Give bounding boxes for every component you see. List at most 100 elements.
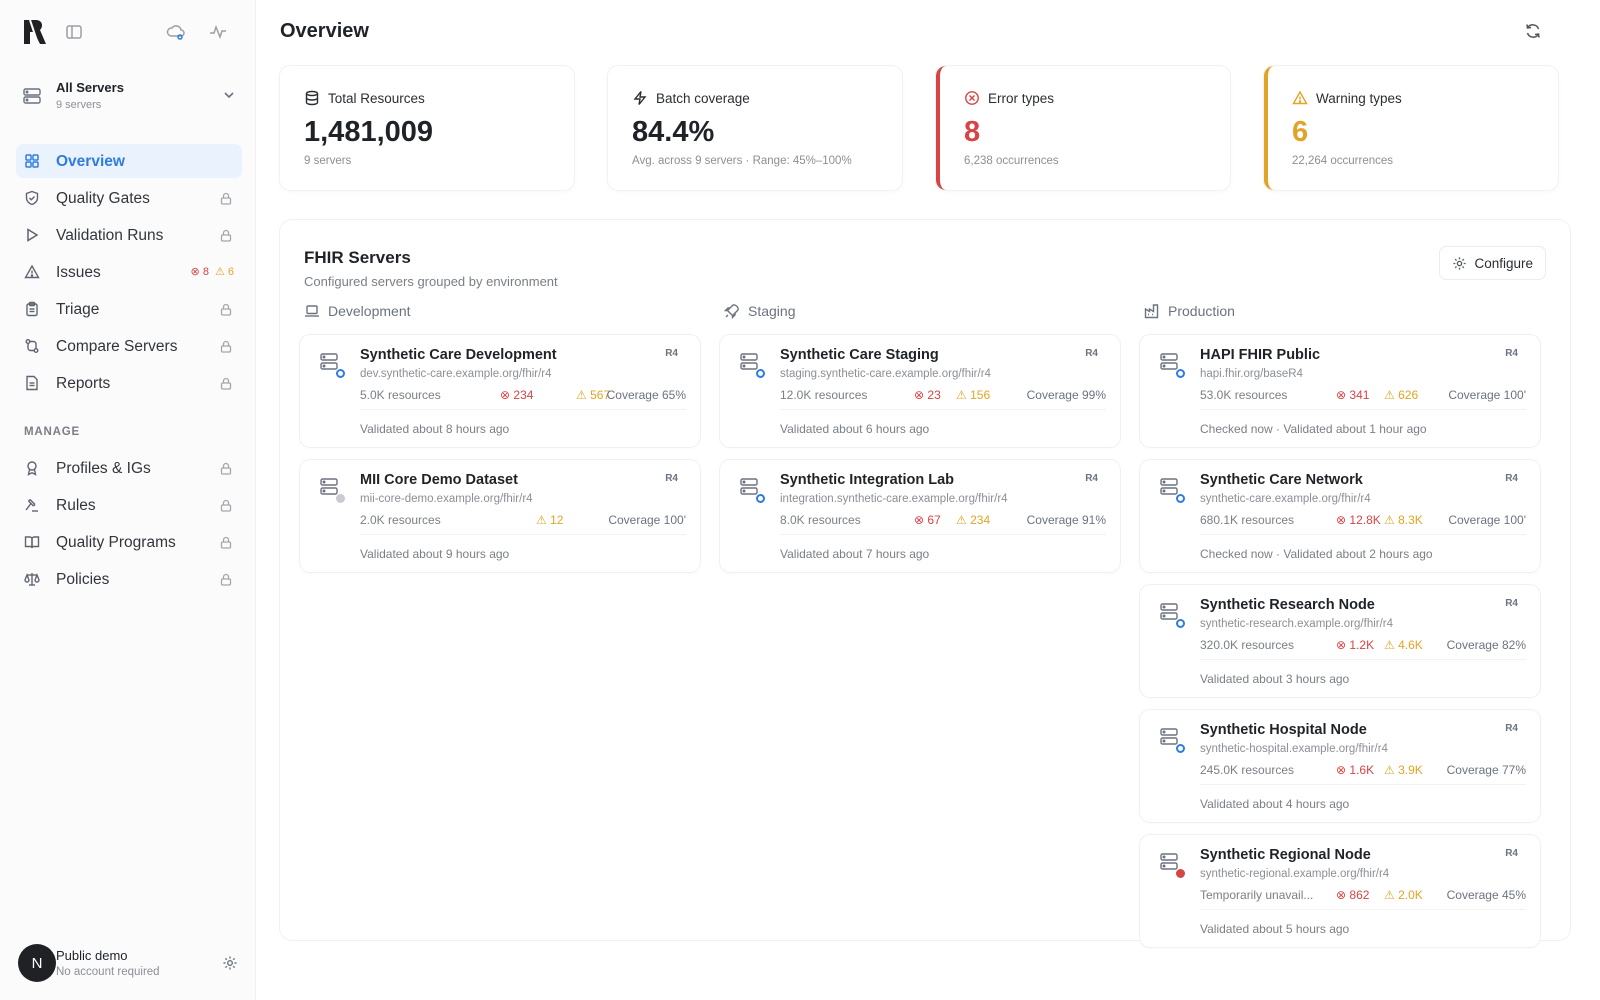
server-url: synthetic-care.example.org/fhir/r4 (1200, 493, 1371, 505)
error-count: ⊗ 1.6K (1336, 763, 1375, 777)
server-card[interactable]: Synthetic Research Node R4 synthetic-res… (1140, 585, 1540, 697)
server-name: Synthetic Integration Lab (780, 472, 955, 488)
coverage: Coverage 100' (608, 513, 686, 527)
resource-count: 8.0K resources (780, 513, 861, 527)
validated-time: Validated about 8 hours ago (360, 422, 510, 436)
status-indicator (1176, 494, 1185, 503)
resource-count: 320.0K resources (1200, 638, 1295, 652)
activity-icon[interactable] (208, 22, 228, 42)
validated-time: Checked now · Validated about 1 hour ago (1200, 422, 1427, 436)
gear-icon[interactable] (222, 955, 238, 971)
manage-nav: Profiles & IGs Rules Quality Programs Po… (16, 451, 242, 599)
scale-icon (24, 573, 40, 586)
validated-time: Validated about 9 hours ago (360, 547, 510, 561)
validated-time: Validated about 6 hours ago (780, 422, 930, 436)
refresh-icon[interactable] (1524, 22, 1542, 40)
nav-item-label: Quality Programs (56, 534, 176, 551)
nav-item-policies[interactable]: Policies (16, 562, 242, 596)
nav-item-rules[interactable]: Rules (16, 488, 242, 522)
fhir-version-badge: R4 (1505, 598, 1518, 609)
gear-icon (1453, 257, 1467, 270)
clipboard-icon (26, 301, 38, 317)
card-divider (1200, 534, 1526, 535)
alert-triangle-icon (24, 264, 40, 279)
env-column-development: Development Synthetic Care Development R… (300, 300, 700, 572)
error-count-badge: ⊗ 8 (190, 266, 209, 278)
nav-item-compare-servers[interactable]: Compare Servers (16, 329, 242, 363)
card-divider (360, 409, 686, 410)
coverage: Coverage 77% (1446, 763, 1526, 777)
server-card[interactable]: Synthetic Care Development R4 dev.synthe… (300, 335, 700, 447)
warning-count: ⚠ 626 (1384, 388, 1419, 402)
status-indicator (1176, 369, 1185, 378)
error-count: ⊗ 67 (914, 513, 941, 527)
nav-item-label: Reports (56, 375, 111, 392)
stat-error-types[interactable]: Error types 8 6,238 occurrences (936, 66, 1230, 190)
server-card[interactable]: Synthetic Integration Lab R4 integration… (720, 460, 1120, 572)
card-divider (780, 534, 1106, 535)
server-card[interactable]: MII Core Demo Dataset R4 mii-core-demo.e… (300, 460, 700, 572)
app-logo[interactable] (22, 18, 46, 46)
stat-value: 1,481,009 (304, 116, 434, 148)
alert-triangle-icon (1292, 90, 1308, 105)
nav-item-label: Rules (56, 497, 96, 514)
nav-item-validation-runs[interactable]: Validation Runs (16, 218, 242, 252)
lock-icon (220, 462, 232, 475)
resource-count: 5.0K resources (360, 388, 441, 402)
nav-item-label: Triage (56, 301, 100, 318)
nav-item-reports[interactable]: Reports (16, 366, 242, 400)
main-nav: Overview Quality Gates Validation Runs I… (16, 144, 242, 403)
resource-count: 680.1K resources (1200, 513, 1295, 527)
error-count: ⊗ 234 (500, 388, 534, 402)
nav-item-overview[interactable]: Overview (16, 144, 242, 178)
fhir-version-badge: R4 (1085, 348, 1098, 359)
fhir-version-badge: R4 (665, 473, 678, 484)
nav-item-quality-programs[interactable]: Quality Programs (16, 525, 242, 559)
status-indicator (1176, 744, 1185, 753)
error-count: ⊗ 12.8K (1336, 513, 1381, 527)
server-name: MII Core Demo Dataset (360, 472, 518, 488)
server-card[interactable]: Synthetic Care Network R4 synthetic-care… (1140, 460, 1540, 572)
lock-icon (220, 573, 232, 586)
server-card[interactable]: Synthetic Care Staging R4 staging.synthe… (720, 335, 1120, 447)
avatar[interactable]: N (18, 944, 56, 982)
env-column-staging: Staging Synthetic Care Staging R4 stagin… (720, 300, 1120, 572)
nav-item-profiles-igs[interactable]: Profiles & IGs (16, 451, 242, 485)
card-divider (360, 534, 686, 535)
card-divider (1200, 909, 1526, 910)
git-compare-icon (25, 339, 39, 353)
server-card[interactable]: Synthetic Hospital Node R4 synthetic-hos… (1140, 710, 1540, 822)
server-name: Synthetic Care Development (360, 347, 557, 363)
nav-item-label: Overview (56, 153, 125, 170)
warning-count: ⚠ 156 (956, 388, 991, 402)
server-switcher[interactable]: All Servers 9 servers (16, 72, 244, 120)
warning-count: ⚠ 234 (956, 513, 991, 527)
nav-item-issues[interactable]: Issues ⊗ 8 ⚠ 6 (16, 255, 242, 289)
stat-label: Warning types (1316, 91, 1402, 106)
sidebar-toggle-icon[interactable] (64, 22, 84, 42)
server-card[interactable]: Synthetic Regional Node R4 synthetic-reg… (1140, 835, 1540, 947)
warning-count: ⚠ 3.9K (1384, 763, 1423, 777)
nav-item-label: Policies (56, 571, 110, 588)
status-indicator (756, 369, 765, 378)
configure-button[interactable]: Configure (1439, 246, 1546, 280)
status-indicator (336, 494, 345, 503)
resource-count: 53.0K resources (1200, 388, 1288, 402)
user-block[interactable]: N Public demo No account required (18, 944, 238, 984)
card-divider (780, 409, 1106, 410)
nav-item-triage[interactable]: Triage (16, 292, 242, 326)
stat-warning-types[interactable]: Warning types 6 22,264 occurrences (1264, 66, 1558, 190)
server-card[interactable]: HAPI FHIR Public R4 hapi.fhir.org/baseR4… (1140, 335, 1540, 447)
server-name: HAPI FHIR Public (1200, 347, 1321, 363)
validated-time: Checked now · Validated about 2 hours ag… (1200, 547, 1433, 561)
play-icon (27, 228, 39, 242)
stat-batch-coverage: Batch coverage 84.4% Avg. across 9 serve… (608, 66, 902, 190)
cloud-sync-icon[interactable] (166, 22, 186, 42)
fhir-servers-panel: FHIR Servers Configured servers grouped … (280, 220, 1570, 947)
nav-item-label: Profiles & IGs (56, 460, 151, 477)
resource-count: 2.0K resources (360, 513, 441, 527)
coverage: Coverage 45% (1446, 888, 1526, 902)
nav-item-quality-gates[interactable]: Quality Gates (16, 181, 242, 215)
server-name: Synthetic Care Staging (780, 347, 939, 363)
env-label: Staging (748, 303, 796, 319)
